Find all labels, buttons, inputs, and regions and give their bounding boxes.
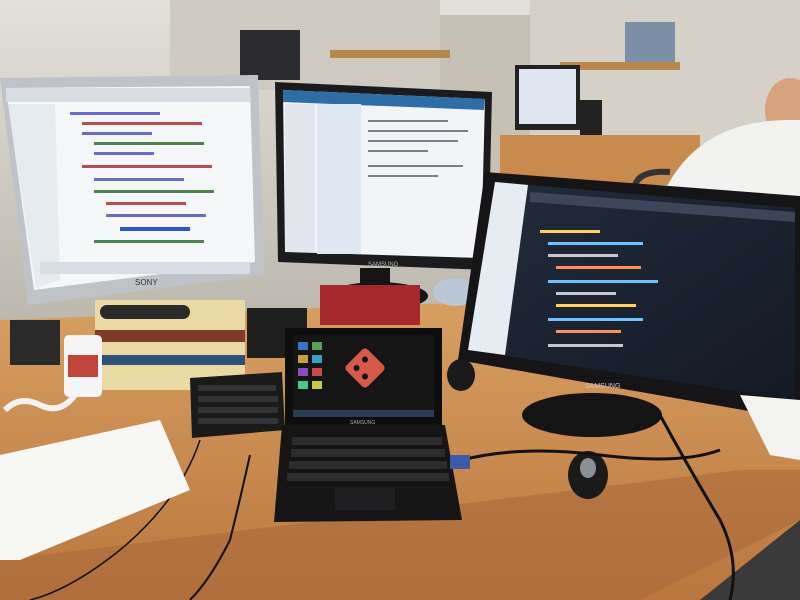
book-spine: [95, 330, 245, 342]
background-monitor-screen: [519, 69, 576, 124]
binders: [625, 22, 675, 62]
left-monitor-stand: [100, 305, 190, 319]
center-app-folder-pane: [285, 104, 315, 252]
wall-shelf: [330, 50, 450, 58]
book-spine: [95, 355, 245, 365]
pill-bottle-label: [68, 355, 98, 377]
netbook-touchpad: [335, 488, 395, 510]
netbook-taskbar: [293, 410, 434, 417]
speaker: [240, 30, 300, 80]
right-monitor-stand: [522, 393, 662, 437]
office-desk-scene: SONY SAMSUNG SAMSUNG SAMSUNG: [0, 0, 800, 600]
center-app-list-pane: [317, 104, 361, 254]
left-ide-toolbar: [6, 88, 250, 102]
right-brand-label: SAMSUNG: [585, 383, 620, 390]
center-brand-label: SAMSUNG: [368, 262, 399, 268]
desk-phone: [10, 320, 60, 365]
sony-brand-label: SONY: [135, 278, 158, 287]
desk-phone: [580, 100, 602, 135]
mouse-accent: [580, 458, 596, 478]
photo-svg: SONY SAMSUNG SAMSUNG SAMSUNG: [0, 0, 800, 600]
computer-mouse: [447, 359, 475, 391]
left-taskbar: [40, 262, 250, 274]
vga-connector: [450, 455, 470, 469]
red-book: [320, 285, 420, 325]
external-keyboard: [190, 372, 285, 438]
